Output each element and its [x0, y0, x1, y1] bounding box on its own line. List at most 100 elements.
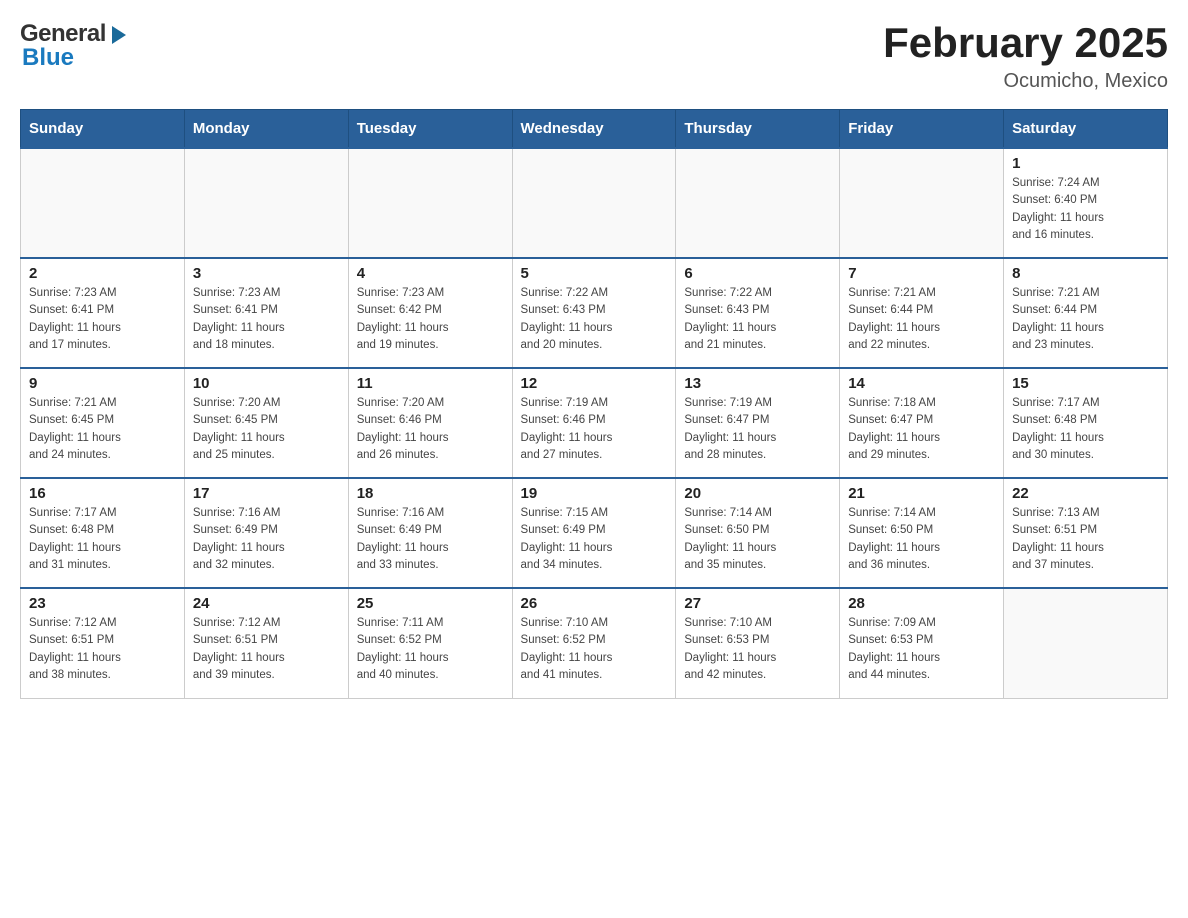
table-cell: 5 Sunrise: 7:22 AM Sunset: 6:43 PM Daylig… — [512, 258, 676, 368]
table-cell: 13 Sunrise: 7:19 AM Sunset: 6:47 PM Dayli… — [676, 368, 840, 478]
day-number: 10 — [193, 375, 340, 392]
day-number: 13 — [684, 375, 831, 392]
day-number: 22 — [1012, 485, 1159, 502]
table-cell — [21, 148, 185, 258]
calendar-header-row: Sunday Monday Tuesday Wednesday Thursday… — [21, 110, 1168, 149]
table-cell: 18Sunrise: 7:16 AM Sunset: 6:49 PM Dayli… — [348, 478, 512, 588]
table-cell: 22 Sunrise: 7:13 AM Sunset: 6:51 PM Dayli… — [1004, 478, 1168, 588]
table-cell — [1004, 588, 1168, 698]
day-number: 8 — [1012, 265, 1159, 282]
header-friday: Friday — [840, 110, 1004, 149]
day-info: Sunrise: 7:20 AM Sunset: 6:45 PM Dayligh… — [193, 395, 340, 464]
table-cell: 4Sunrise: 7:23 AM Sunset: 6:42 PM Daylig… — [348, 258, 512, 368]
day-info: Sunrise: 7:22 AM Sunset: 6:43 PM Dayligh… — [684, 285, 831, 354]
day-number: 3 — [193, 265, 340, 282]
day-number: 19 — [521, 485, 668, 502]
logo-blue-text: Blue — [22, 44, 74, 72]
day-number: 15 — [1012, 375, 1159, 392]
day-number: 21 — [848, 485, 995, 502]
table-cell: 16 Sunrise: 7:17 AM Sunset: 6:48 PM Dayli… — [21, 478, 185, 588]
logo: General Blue — [20, 20, 130, 72]
day-info: Sunrise: 7:14 AM Sunset: 6:50 PM Dayligh… — [684, 505, 831, 574]
header-sunday: Sunday — [21, 110, 185, 149]
table-cell: 1 Sunrise: 7:24 AM Sunset: 6:40 PM Daylig… — [1004, 148, 1168, 258]
day-number: 17 — [193, 485, 340, 502]
day-info: Sunrise: 7:23 AM Sunset: 6:42 PM Dayligh… — [357, 285, 504, 354]
day-number: 5 — [521, 265, 668, 282]
day-number: 26 — [521, 595, 668, 612]
day-info: Sunrise: 7:21 AM Sunset: 6:44 PM Dayligh… — [848, 285, 995, 354]
day-info: Sunrise: 7:12 AM Sunset: 6:51 PM Dayligh… — [193, 615, 340, 684]
day-info: Sunrise: 7:18 AM Sunset: 6:47 PM Dayligh… — [848, 395, 995, 464]
month-title: February 2025 — [883, 20, 1168, 66]
table-cell: 6 Sunrise: 7:22 AM Sunset: 6:43 PM Daylig… — [676, 258, 840, 368]
table-cell: 7 Sunrise: 7:21 AM Sunset: 6:44 PM Daylig… — [840, 258, 1004, 368]
day-info: Sunrise: 7:15 AM Sunset: 6:49 PM Dayligh… — [521, 505, 668, 574]
table-cell: 25Sunrise: 7:11 AM Sunset: 6:52 PM Dayli… — [348, 588, 512, 698]
table-cell: 27 Sunrise: 7:10 AM Sunset: 6:53 PM Dayli… — [676, 588, 840, 698]
table-cell: 23 Sunrise: 7:12 AM Sunset: 6:51 PM Dayli… — [21, 588, 185, 698]
day-number: 7 — [848, 265, 995, 282]
table-cell — [512, 148, 676, 258]
week-row-4: 16 Sunrise: 7:17 AM Sunset: 6:48 PM Dayli… — [21, 478, 1168, 588]
day-info: Sunrise: 7:16 AM Sunset: 6:49 PM Dayligh… — [193, 505, 340, 574]
table-cell: 8 Sunrise: 7:21 AM Sunset: 6:44 PM Daylig… — [1004, 258, 1168, 368]
day-number: 2 — [29, 265, 176, 282]
table-cell: 9 Sunrise: 7:21 AM Sunset: 6:45 PM Daylig… — [21, 368, 185, 478]
table-cell: 3 Sunrise: 7:23 AM Sunset: 6:41 PM Daylig… — [184, 258, 348, 368]
calendar-table: Sunday Monday Tuesday Wednesday Thursday… — [20, 109, 1168, 699]
day-info: Sunrise: 7:21 AM Sunset: 6:45 PM Dayligh… — [29, 395, 176, 464]
day-info: Sunrise: 7:10 AM Sunset: 6:52 PM Dayligh… — [521, 615, 668, 684]
day-info: Sunrise: 7:19 AM Sunset: 6:47 PM Dayligh… — [684, 395, 831, 464]
day-number: 1 — [1012, 155, 1159, 172]
day-info: Sunrise: 7:12 AM Sunset: 6:51 PM Dayligh… — [29, 615, 176, 684]
table-cell: 24 Sunrise: 7:12 AM Sunset: 6:51 PM Dayli… — [184, 588, 348, 698]
table-cell: 11 Sunrise: 7:20 AM Sunset: 6:46 PM Dayli… — [348, 368, 512, 478]
day-number: 14 — [848, 375, 995, 392]
day-info: Sunrise: 7:23 AM Sunset: 6:41 PM Dayligh… — [193, 285, 340, 354]
header-monday: Monday — [184, 110, 348, 149]
day-info: Sunrise: 7:10 AM Sunset: 6:53 PM Dayligh… — [684, 615, 831, 684]
day-info: Sunrise: 7:17 AM Sunset: 6:48 PM Dayligh… — [1012, 395, 1159, 464]
location-title: Ocumicho, Mexico — [883, 70, 1168, 93]
day-info: Sunrise: 7:13 AM Sunset: 6:51 PM Dayligh… — [1012, 505, 1159, 574]
day-number: 27 — [684, 595, 831, 612]
day-number: 20 — [684, 485, 831, 502]
table-cell — [840, 148, 1004, 258]
day-number: 9 — [29, 375, 176, 392]
header-tuesday: Tuesday — [348, 110, 512, 149]
day-number: 23 — [29, 595, 176, 612]
table-cell — [348, 148, 512, 258]
header-saturday: Saturday — [1004, 110, 1168, 149]
page-header: General Blue February 2025 Ocumicho, Mex… — [20, 20, 1168, 93]
day-info: Sunrise: 7:24 AM Sunset: 6:40 PM Dayligh… — [1012, 175, 1159, 244]
table-cell — [184, 148, 348, 258]
table-cell: 19 Sunrise: 7:15 AM Sunset: 6:49 PM Dayli… — [512, 478, 676, 588]
table-cell: 10 Sunrise: 7:20 AM Sunset: 6:45 PM Dayli… — [184, 368, 348, 478]
table-cell: 20 Sunrise: 7:14 AM Sunset: 6:50 PM Dayli… — [676, 478, 840, 588]
day-info: Sunrise: 7:22 AM Sunset: 6:43 PM Dayligh… — [521, 285, 668, 354]
day-info: Sunrise: 7:09 AM Sunset: 6:53 PM Dayligh… — [848, 615, 995, 684]
table-cell: 12 Sunrise: 7:19 AM Sunset: 6:46 PM Dayli… — [512, 368, 676, 478]
day-number: 11 — [357, 375, 504, 392]
table-cell: 2 Sunrise: 7:23 AM Sunset: 6:41 PM Daylig… — [21, 258, 185, 368]
table-cell: 28Sunrise: 7:09 AM Sunset: 6:53 PM Dayli… — [840, 588, 1004, 698]
table-cell: 14 Sunrise: 7:18 AM Sunset: 6:47 PM Dayli… — [840, 368, 1004, 478]
day-info: Sunrise: 7:20 AM Sunset: 6:46 PM Dayligh… — [357, 395, 504, 464]
day-number: 24 — [193, 595, 340, 612]
day-info: Sunrise: 7:11 AM Sunset: 6:52 PM Dayligh… — [357, 615, 504, 684]
day-number: 12 — [521, 375, 668, 392]
day-info: Sunrise: 7:17 AM Sunset: 6:48 PM Dayligh… — [29, 505, 176, 574]
day-info: Sunrise: 7:23 AM Sunset: 6:41 PM Dayligh… — [29, 285, 176, 354]
table-cell: 21Sunrise: 7:14 AM Sunset: 6:50 PM Dayli… — [840, 478, 1004, 588]
day-info: Sunrise: 7:19 AM Sunset: 6:46 PM Dayligh… — [521, 395, 668, 464]
week-row-3: 9 Sunrise: 7:21 AM Sunset: 6:45 PM Daylig… — [21, 368, 1168, 478]
day-number: 16 — [29, 485, 176, 502]
table-cell: 15 Sunrise: 7:17 AM Sunset: 6:48 PM Dayli… — [1004, 368, 1168, 478]
week-row-5: 23 Sunrise: 7:12 AM Sunset: 6:51 PM Dayli… — [21, 588, 1168, 698]
week-row-2: 2 Sunrise: 7:23 AM Sunset: 6:41 PM Daylig… — [21, 258, 1168, 368]
day-info: Sunrise: 7:16 AM Sunset: 6:49 PM Dayligh… — [357, 505, 504, 574]
day-number: 6 — [684, 265, 831, 282]
week-row-1: 1 Sunrise: 7:24 AM Sunset: 6:40 PM Daylig… — [21, 148, 1168, 258]
day-info: Sunrise: 7:21 AM Sunset: 6:44 PM Dayligh… — [1012, 285, 1159, 354]
